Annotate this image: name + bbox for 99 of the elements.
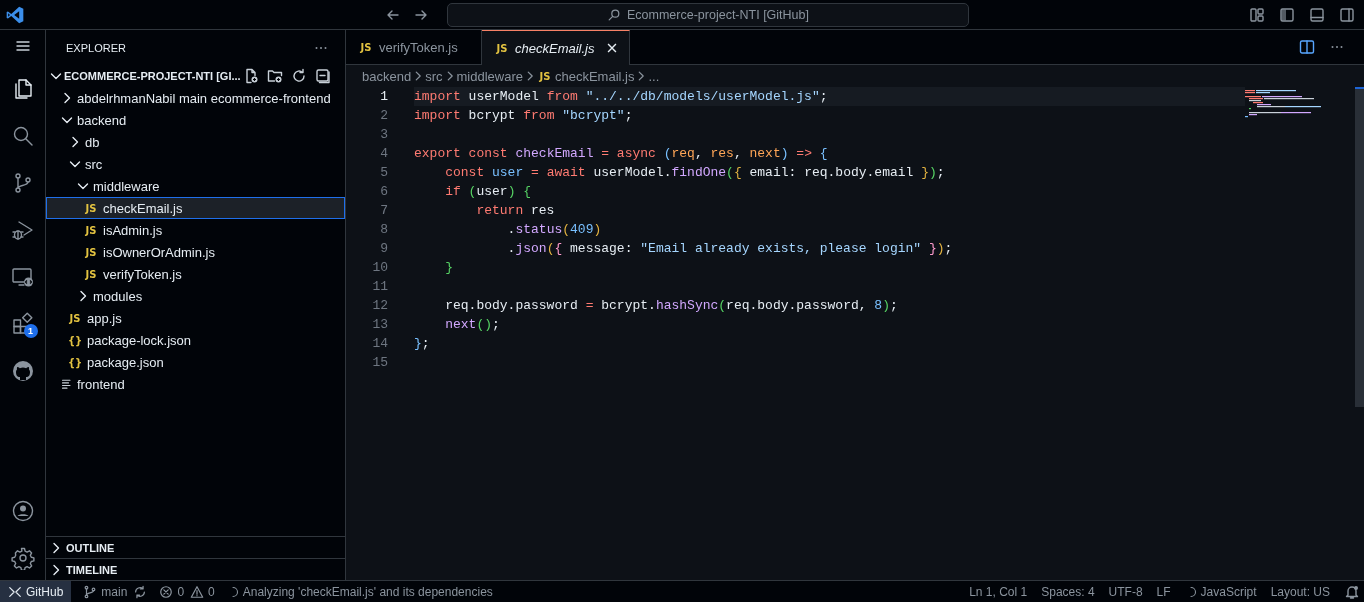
tree-item[interactable]: JS checkEmail.js (46, 197, 345, 219)
remote-explorer-icon[interactable] (10, 265, 35, 289)
code-line: next(); (444, 316, 501, 334)
code-line: req.body.password = bcrypt.hashSync(req.body.password, 8); (444, 297, 899, 315)
code-line: import bcrypt from "bcrypt"; (414, 107, 634, 125)
line-number: 5 (379, 165, 388, 180)
extensions-icon[interactable] (10, 312, 35, 336)
sidebar-toggle-icon[interactable] (1279, 6, 1295, 23)
code-line: } (444, 259, 454, 277)
code-line: .json({ message: "Email already exists, please login" }); (506, 240, 954, 258)
refresh-icon[interactable] (291, 68, 307, 84)
status-item[interactable]: LF (1149, 581, 1178, 602)
count-badge: 1 (23, 324, 38, 338)
code-line: const user = await userModel.findOne({ email: req.body.email }); (444, 164, 946, 182)
tree-item[interactable]: abdelrhmanNabil main ecommerce-frontend (46, 87, 345, 109)
bell-icon (1344, 583, 1360, 600)
file-type-icon: JS (494, 42, 510, 54)
account-icon[interactable] (10, 499, 35, 523)
tree-item[interactable]: {} package.json (46, 351, 345, 373)
search-icon (607, 7, 621, 22)
file-type-icon: {} (67, 334, 83, 346)
tree-item[interactable]: JS isOwnerOrAdmin.js (46, 241, 345, 263)
split-editor-icon[interactable] (1299, 39, 1315, 55)
breadcrumb-item[interactable]: ... (648, 68, 660, 84)
folder-header[interactable]: ECOMMERCE-PROJECT-NTI [GI... (46, 65, 345, 87)
file-type-icon: JS (67, 312, 83, 324)
status-item[interactable]: Spaces: 4 (1034, 581, 1102, 602)
search-field[interactable]: Ecommerce-project-NTI [GitHub] (447, 2, 969, 27)
file-type-icon: JS (83, 246, 99, 258)
collapse-all-icon[interactable] (315, 68, 331, 84)
status-item[interactable]: 0 (153, 581, 191, 602)
tree-item[interactable]: db (46, 131, 345, 153)
secondary-sidebar-toggle-icon[interactable] (1339, 6, 1355, 23)
breadcrumb-item[interactable]: middleware (456, 68, 523, 84)
line-number: 2 (379, 108, 388, 123)
breadcrumb-item[interactable]: backend (362, 68, 412, 84)
panel-title: EXPLORER (66, 41, 126, 54)
tree-item[interactable]: JS isAdmin.js (46, 219, 345, 241)
warning-icon (190, 584, 205, 599)
customize-layout-icon[interactable] (1249, 6, 1265, 23)
tree-item[interactable]: modules (46, 285, 345, 307)
status-item[interactable]: JavaScript (1177, 581, 1264, 602)
status-item[interactable]: main (77, 581, 134, 602)
line-number: 6 (379, 184, 388, 199)
remote-icon (8, 584, 22, 599)
file-type-icon: JS (83, 202, 99, 214)
editor-tab[interactable]: JS checkEmail.js (482, 30, 631, 65)
tree-item[interactable]: {} package-lock.json (46, 329, 345, 351)
line-number: 15 (371, 355, 388, 370)
settings-icon[interactable] (10, 546, 35, 570)
file-type-icon: JS (537, 70, 553, 82)
new-file-icon[interactable] (243, 68, 259, 84)
tree-item[interactable]: backend (46, 109, 345, 131)
code-line: export const checkEmail = async (req, res, next) => { (414, 145, 829, 163)
line-number: 14 (371, 336, 388, 351)
line-number: 7 (379, 203, 388, 218)
section-header[interactable]: TIMELINE (46, 559, 345, 580)
error-icon (159, 584, 174, 599)
line-number: 3 (379, 127, 388, 142)
status-item[interactable]: UTF-8 (1101, 581, 1150, 602)
status-item[interactable]: 0 (190, 581, 221, 602)
line-number: 4 (379, 146, 388, 161)
tree-item[interactable]: src (46, 153, 345, 175)
section-header[interactable]: OUTLINE (46, 537, 345, 559)
line-number: 11 (371, 279, 388, 294)
app-logo-icon (5, 4, 25, 25)
scrollbar-thumb[interactable] (1355, 87, 1364, 407)
status-item[interactable]: Analyzing 'checkEmail.js' and its dependencies (220, 581, 499, 602)
file-type-icon: JS (83, 268, 99, 280)
tree-item[interactable]: middleware (46, 175, 345, 197)
breadcrumb-item[interactable]: src (425, 68, 443, 84)
tree-item[interactable]: JS app.js (46, 307, 345, 329)
breadcrumb-item[interactable]: JS checkEmail.js (537, 68, 635, 84)
run-debug-icon[interactable] (10, 218, 35, 242)
code-line: if (user) { (444, 183, 533, 201)
new-folder-icon[interactable] (267, 68, 283, 84)
remote-button[interactable]: GitHub (0, 581, 72, 602)
line-number: 12 (371, 298, 388, 313)
line-number: 10 (371, 260, 388, 275)
file-type-icon: JS (358, 41, 374, 53)
tree-item[interactable]: JS verifyToken.js (46, 263, 345, 285)
file-type-icon: JS (83, 224, 99, 236)
branch-icon (83, 584, 98, 599)
menu-icon[interactable] (14, 38, 31, 54)
status-item[interactable]: Layout: US (1263, 581, 1337, 602)
line-number: 13 (371, 317, 388, 332)
github-icon[interactable] (10, 359, 35, 383)
panel-toggle-icon[interactable] (1309, 6, 1325, 23)
lines-icon (61, 378, 73, 390)
code-line: }; (414, 335, 431, 353)
code-line: return res (475, 202, 556, 220)
file-type-icon: {} (67, 356, 83, 368)
line-number: 8 (379, 222, 388, 237)
tree-item[interactable]: frontend (46, 373, 345, 395)
line-number: 1 (379, 89, 388, 104)
line-number: 9 (379, 241, 388, 256)
status-item[interactable]: Ln 1, Col 1 (962, 581, 1035, 602)
code-line: .status(409) (506, 221, 603, 239)
sync-icon (133, 584, 148, 599)
